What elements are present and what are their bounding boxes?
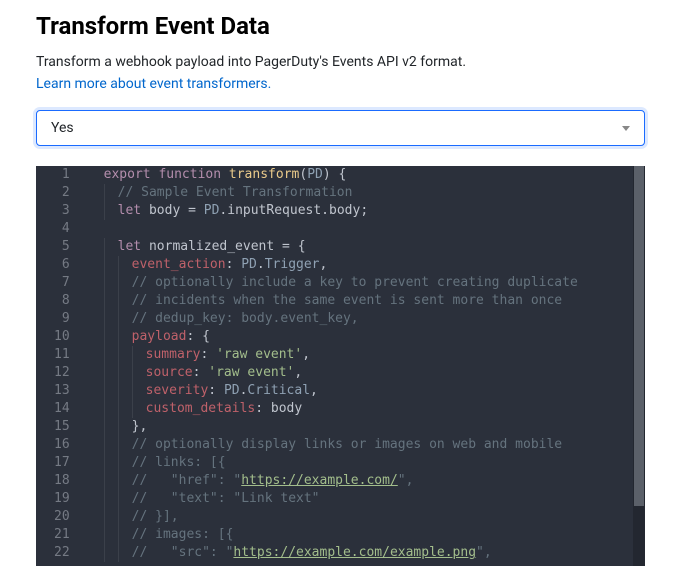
line-number: 2 [54,184,70,202]
code-line[interactable]: // "src": "https://example.com/example.p… [84,544,645,562]
line-number: 14 [54,400,70,418]
code-line[interactable]: source: 'raw event', [84,364,645,382]
line-number: 15 [54,418,70,436]
code-content[interactable]: export function transform(PD) {// Sample… [80,166,645,566]
line-number: 20 [54,508,70,526]
code-line[interactable]: custom_details: body [84,400,645,418]
line-number: 10 [54,328,70,346]
chevron-down-icon [622,126,630,131]
page-title: Transform Event Data [36,12,645,40]
code-line[interactable]: summary: 'raw event', [84,346,645,364]
code-line[interactable]: // dedup_key: body.event_key, [84,310,645,328]
select-value: Yes [51,120,74,136]
line-number: 6 [54,256,70,274]
code-line[interactable]: // incidents when the same event is sent… [84,292,645,310]
line-number: 8 [54,292,70,310]
transform-toggle-select[interactable]: Yes [36,110,645,146]
code-line[interactable]: // "text": "Link text" [84,490,645,508]
line-number: 19 [54,490,70,508]
code-line[interactable]: // images: [{ [84,526,645,544]
line-number: 13 [54,382,70,400]
line-number-gutter: 12345678910111213141516171819202122 [36,166,80,566]
line-number: 9 [54,310,70,328]
code-line[interactable]: payload: { [84,328,645,346]
code-line[interactable]: // "href": "https://example.com/", [84,472,645,490]
page-description: Transform a webhook payload into PagerDu… [36,54,645,70]
line-number: 17 [54,454,70,472]
code-line[interactable]: // links: [{ [84,454,645,472]
code-editor[interactable]: 12345678910111213141516171819202122 expo… [36,166,645,566]
editor-scrollbar[interactable] [633,166,645,566]
code-line[interactable]: let normalized_event = { [84,238,645,256]
line-number: 4 [54,220,70,238]
line-number: 16 [54,436,70,454]
code-line[interactable]: // optionally include a key to prevent c… [84,274,645,292]
code-line[interactable]: // }], [84,508,645,526]
code-line[interactable]: let body = PD.inputRequest.body; [84,202,645,220]
line-number: 12 [54,364,70,382]
code-line[interactable]: event_action: PD.Trigger, [84,256,645,274]
line-number: 7 [54,274,70,292]
code-line[interactable] [84,220,645,238]
line-number: 11 [54,346,70,364]
line-number: 18 [54,472,70,490]
line-number: 5 [54,238,70,256]
line-number: 1 [54,166,70,184]
scrollbar-thumb[interactable] [634,166,644,506]
line-number: 22 [54,544,70,562]
line-number: 21 [54,526,70,544]
code-line[interactable]: export function transform(PD) { [84,166,645,184]
code-line[interactable]: // Sample Event Transformation [84,184,645,202]
line-number: 3 [54,202,70,220]
code-line[interactable]: severity: PD.Critical, [84,382,645,400]
code-line[interactable]: }, [84,418,645,436]
learn-more-link[interactable]: Learn more about event transformers. [36,76,271,92]
code-line[interactable]: // optionally display links or images on… [84,436,645,454]
